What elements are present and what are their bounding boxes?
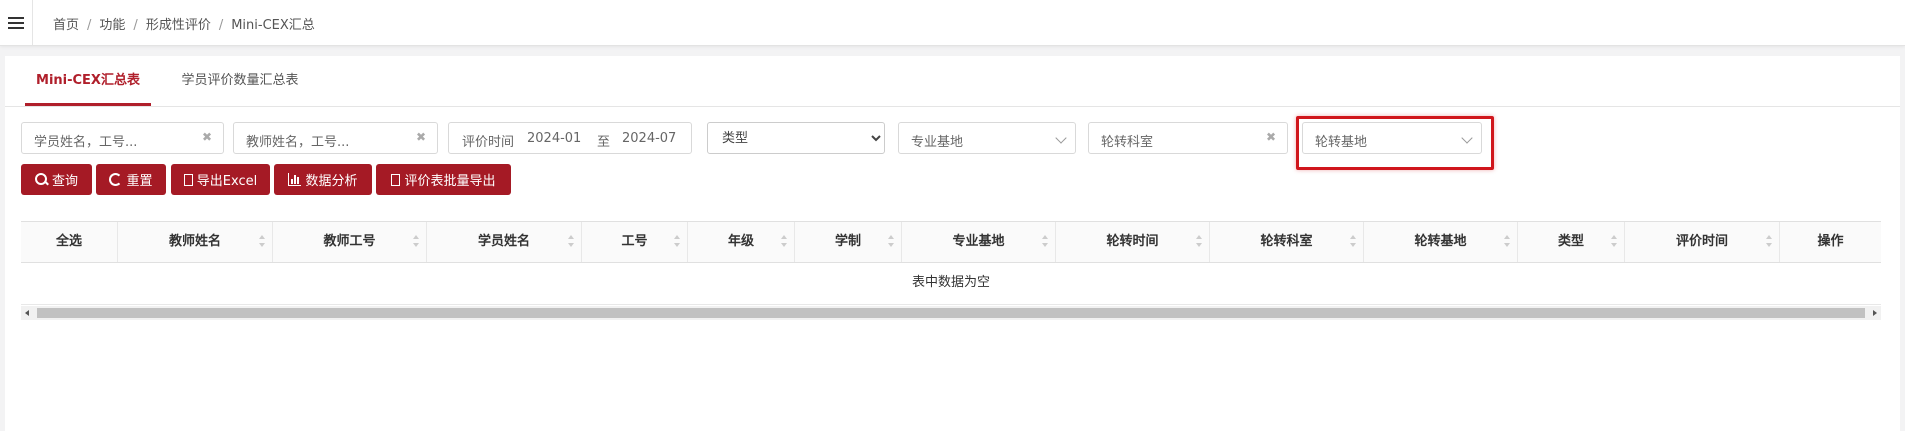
column-header-rotation-base[interactable]: 轮转基地 [1364, 222, 1518, 262]
clear-icon[interactable]: ✖ [415, 131, 427, 143]
column-header-label: 教师姓名 [168, 234, 221, 249]
column-header-rotation-time[interactable]: 轮转时间 [1056, 222, 1210, 262]
horizontal-scrollbar[interactable] [21, 306, 1881, 320]
data-analysis-label: 数据分析 [305, 174, 358, 189]
column-header-label: 操作 [1817, 234, 1844, 249]
date-to-label: 至 [597, 135, 611, 150]
tab-student-eval-count[interactable]: 学员评价数量汇总表 [165, 56, 315, 106]
rotation-dept-placeholder: 轮转科室 [1101, 135, 1154, 150]
type-select[interactable]: 类型 [707, 122, 885, 154]
date-range-label: 评价时间 [462, 135, 515, 150]
sort-icon[interactable] [1610, 235, 1618, 249]
column-header-eval-time[interactable]: 评价时间 [1625, 222, 1780, 262]
tab-bar: Mini-CEX汇总表 学员评价数量汇总表 [5, 56, 1900, 107]
reset-button-label: 重置 [126, 174, 153, 189]
batch-export-button[interactable]: 评价表批量导出 [376, 164, 511, 195]
clear-icon[interactable]: ✖ [1265, 131, 1277, 143]
column-header-professional-base[interactable]: 专业基地 [902, 222, 1056, 262]
scrollbar-thumb[interactable] [37, 308, 1865, 318]
top-bar: 首页 / 功能 / 形成性评价 / Mini-CEX汇总 [0, 0, 1905, 46]
sort-icon[interactable] [887, 235, 895, 249]
query-button-label: 查询 [51, 174, 78, 189]
column-header-label: 年级 [727, 234, 754, 249]
date-to[interactable]: 2024-07 [622, 131, 676, 146]
sort-icon[interactable] [412, 235, 420, 249]
sort-icon[interactable] [1765, 235, 1773, 249]
column-header-label: 学员姓名 [477, 234, 530, 249]
teacher-search-input[interactable]: 教师姓名，工号... ✖ [233, 122, 438, 154]
sort-icon[interactable] [780, 235, 788, 249]
sort-icon[interactable] [1503, 235, 1511, 249]
breadcrumb-formative-evaluation[interactable]: 形成性评价 [146, 18, 211, 33]
scroll-left-icon[interactable] [25, 310, 29, 316]
sort-icon[interactable] [1195, 235, 1203, 249]
sort-icon[interactable] [567, 235, 575, 249]
reset-button[interactable]: 重置 [96, 164, 166, 195]
column-header-student-name[interactable]: 学员姓名 [427, 222, 582, 262]
column-header-select-all[interactable]: 全选 [21, 222, 118, 262]
query-button[interactable]: 查询 [21, 164, 92, 195]
bar-chart-icon [288, 173, 302, 186]
menu-icon[interactable] [0, 0, 33, 45]
export-excel-button[interactable]: 导出Excel [171, 164, 270, 195]
refresh-icon [109, 173, 123, 186]
sort-icon[interactable] [258, 235, 266, 249]
breadcrumb-separator: / [218, 18, 224, 33]
file-pdf-icon [391, 173, 401, 186]
search-icon [34, 173, 48, 186]
column-header-label: 轮转时间 [1106, 234, 1159, 249]
breadcrumb: 首页 / 功能 / 形成性评价 / Mini-CEX汇总 [53, 14, 315, 33]
column-header-type[interactable]: 类型 [1518, 222, 1625, 262]
column-header-label: 评价时间 [1675, 234, 1728, 249]
evaluation-date-range[interactable]: 评价时间 2024-01 至 2024-07 [448, 122, 692, 154]
batch-export-label: 评价表批量导出 [404, 174, 496, 189]
column-header-label: 学制 [834, 234, 861, 249]
scroll-right-icon[interactable] [1873, 310, 1877, 316]
student-search-input[interactable]: 学员姓名，工号... ✖ [21, 122, 224, 154]
column-header-rotation-dept[interactable]: 轮转科室 [1210, 222, 1364, 262]
highlight-box [1296, 116, 1494, 170]
rotation-dept-input[interactable]: 轮转科室 ✖ [1088, 122, 1288, 154]
column-header-program-length[interactable]: 学制 [795, 222, 902, 262]
breadcrumb-current: Mini-CEX汇总 [231, 18, 315, 33]
column-header-label: 类型 [1557, 234, 1584, 249]
breadcrumb-separator: / [87, 18, 92, 33]
column-header-teacher-name[interactable]: 教师姓名 [118, 222, 273, 262]
column-header-label: 轮转科室 [1260, 234, 1313, 249]
table-empty-message: 表中数据为空 [21, 262, 1881, 305]
student-search-placeholder: 学员姓名，工号... [34, 135, 138, 150]
export-excel-label: 导出Excel [196, 174, 258, 189]
column-header-label: 全选 [55, 234, 82, 249]
sort-icon[interactable] [1041, 235, 1049, 249]
professional-base-select[interactable]: 专业基地 [898, 122, 1076, 154]
column-header-label: 专业基地 [952, 234, 1005, 249]
teacher-search-placeholder: 教师姓名，工号... [246, 135, 350, 150]
chevron-down-icon [1055, 132, 1067, 144]
file-export-icon [183, 173, 193, 186]
column-header-label: 教师工号 [323, 234, 376, 249]
breadcrumb-home[interactable]: 首页 [53, 18, 79, 33]
tab-mini-cex-summary[interactable]: Mini-CEX汇总表 [25, 56, 151, 106]
clear-icon[interactable]: ✖ [201, 131, 213, 143]
column-header-actions: 操作 [1780, 222, 1881, 262]
data-analysis-button[interactable]: 数据分析 [274, 164, 372, 195]
column-header-student-id[interactable]: 工号 [582, 222, 688, 262]
column-header-teacher-id[interactable]: 教师工号 [273, 222, 427, 262]
column-header-label: 工号 [621, 234, 648, 249]
sort-icon[interactable] [1349, 235, 1357, 249]
breadcrumb-function[interactable]: 功能 [99, 18, 125, 33]
date-from[interactable]: 2024-01 [527, 131, 581, 146]
table-header: 全选 教师姓名 教师工号 学员姓名 工号 年级 学制 专业基地 轮转时间 轮转科… [21, 221, 1881, 263]
column-header-grade[interactable]: 年级 [688, 222, 795, 262]
column-header-label: 轮转基地 [1414, 234, 1467, 249]
professional-base-placeholder: 专业基地 [911, 135, 964, 150]
breadcrumb-separator: / [133, 18, 138, 33]
sort-icon[interactable] [673, 235, 681, 249]
